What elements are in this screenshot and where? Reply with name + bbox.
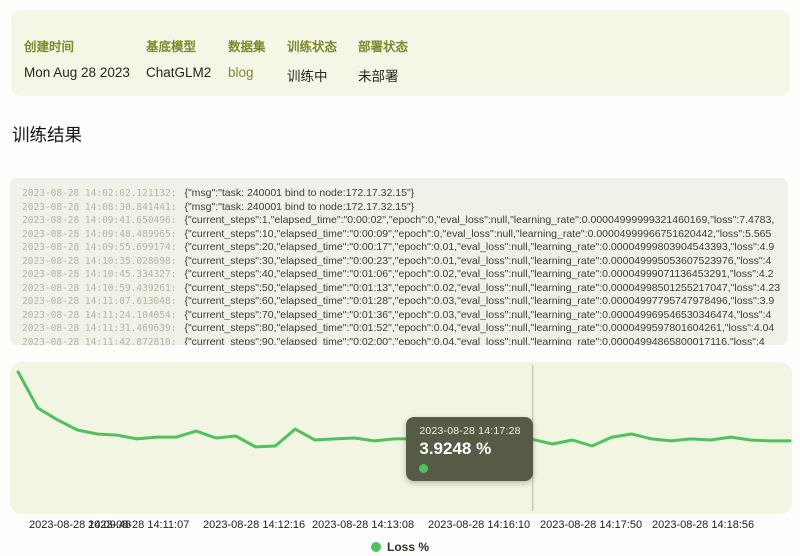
log-message: {"current_steps":10,"elapsed_time":"0:00… xyxy=(184,227,772,240)
log-line: 2023-08-28 14:10:45.334327: {"current_ste… xyxy=(22,266,788,280)
legend-dot-icon xyxy=(370,542,381,552)
field-label: 训练状态 xyxy=(287,40,338,54)
x-axis-label: 2023-08-28 14:16:10 xyxy=(428,519,531,531)
log-message: {"current_steps":60,"elapsed_time":"0:01… xyxy=(184,295,775,307)
training-meta-card: 创建时间 Mon Aug 28 2023 基底模型 ChatGLM2 数据集 b… xyxy=(11,10,790,96)
field-value: ChatGLM2 xyxy=(146,65,212,80)
training-status-value: 训练中 xyxy=(287,69,328,84)
chart-tooltip: 2023-08-28 14:17:28 3.9248 % xyxy=(406,417,533,481)
log-timestamp: 2023-08-28 14:02:02.121132: xyxy=(22,188,177,199)
tooltip-timestamp: 2023-08-28 14:17:28 xyxy=(419,425,521,437)
field-label: 部署状态 xyxy=(358,40,409,54)
log-timestamp: 2023-08-28 14:10:45.334327: xyxy=(22,269,177,280)
training-log-panel[interactable]: 2023-08-28 14:02:02.121132: {"msg":"task:… xyxy=(10,178,788,345)
log-line: 2023-08-28 14:11:31.469639: {"current_ste… xyxy=(22,320,788,334)
log-line: 2023-08-28 14:10:59.439261: {"current_ste… xyxy=(22,280,788,294)
log-message: {"current_steps":80,"elapsed_time":"0:01… xyxy=(184,322,775,334)
section-title-training-results: 训练结果 xyxy=(12,125,82,145)
dataset-link[interactable]: blog xyxy=(228,65,254,80)
loss-chart-panel[interactable]: 2023-08-28 14:17:28 3.9248 % xyxy=(10,362,792,514)
log-timestamp: 2023-08-28 14:11:24.104054: xyxy=(22,309,177,321)
loss-line xyxy=(16,370,792,449)
field-label: 数据集 xyxy=(228,40,266,54)
log-line: 2023-08-28 14:09:55.699174: {"current_ste… xyxy=(22,239,788,253)
log-timestamp: 2023-08-28 14:08:30.841441: xyxy=(22,201,177,213)
x-axis-label: 2023-08-28 14:18:56 xyxy=(652,519,755,531)
log-message: {"current_steps":1,"elapsed_time":"0:00:… xyxy=(184,214,775,226)
x-axis-label: 2023-08-28 14:12:16 xyxy=(203,519,306,531)
loss-chart-svg xyxy=(16,365,792,511)
log-line: 2023-08-28 14:09:48.489965: {"current_ste… xyxy=(22,226,788,240)
field-label: 基底模型 xyxy=(146,40,197,54)
log-line: 2023-08-28 14:11:24.104054: {"current_ste… xyxy=(22,307,788,321)
log-timestamp: 2023-08-28 14:10:59.439261: xyxy=(22,282,177,294)
log-message: {"current_steps":90,"elapsed_time":"0:02… xyxy=(184,335,765,346)
field-label: 创建时间 xyxy=(24,40,75,54)
log-message: {"msg":"task: 240001 bind to node:172.17… xyxy=(184,187,415,199)
x-axis-label: 2023-08-28 14:17:50 xyxy=(540,519,643,531)
tooltip-loss-value: 3.9248 % xyxy=(419,439,492,458)
chart-x-axis: 2023-08-28 14:09:48 2023-08-28 14:11:07 20… xyxy=(10,519,792,534)
log-message: {"current_steps":20,"elapsed_time":"0:00… xyxy=(184,241,775,253)
log-line: 2023-08-28 14:10:35.028098: {"current_ste… xyxy=(22,253,788,267)
log-timestamp: 2023-08-28 14:09:55.699174: xyxy=(22,242,177,253)
log-timestamp: 2023-08-28 14:11:42.872810: xyxy=(22,336,177,346)
x-axis-label: 2023-08-28 14:13:08 xyxy=(312,519,415,531)
log-message: {"current_steps":50,"elapsed_time":"0:01… xyxy=(184,281,781,294)
log-line: 2023-08-28 14:11:07.613048: {"current_ste… xyxy=(22,293,788,307)
log-line: 2023-08-28 14:09:41.650496: {"current_ste… xyxy=(22,212,788,226)
deploy-status-value: 未部署 xyxy=(358,69,399,84)
tooltip-series-dot xyxy=(419,464,429,473)
log-timestamp: 2023-08-28 14:09:41.650496: xyxy=(22,215,177,226)
log-message: {"msg":"task: 240001 bind to node:172.17… xyxy=(184,200,415,213)
log-timestamp: 2023-08-28 14:11:31.469639: xyxy=(22,323,177,334)
log-line: 2023-08-28 14:08:30.841441: {"msg":"task:… xyxy=(22,199,788,213)
log-message: {"current_steps":70,"elapsed_time":"0:01… xyxy=(184,308,772,321)
chart-legend[interactable]: Loss % xyxy=(0,539,800,555)
log-line: 2023-08-28 14:11:42.872810: {"current_ste… xyxy=(22,334,788,346)
log-timestamp: 2023-08-28 14:09:48.489965: xyxy=(22,228,177,240)
legend-label: Loss % xyxy=(386,540,429,554)
log-message: {"current_steps":30,"elapsed_time":"0:00… xyxy=(184,254,772,267)
x-axis-label: 2023-08-28 14:11:07 xyxy=(88,519,190,531)
training-detail-page: 创建时间 Mon Aug 28 2023 基底模型 ChatGLM2 数据集 b… xyxy=(0,0,800,556)
log-timestamp: 2023-08-28 14:10:35.028098: xyxy=(22,255,177,267)
log-line: 2023-08-28 14:02:02.121132: {"msg":"task:… xyxy=(22,185,788,199)
log-message: {"current_steps":40,"elapsed_time":"0:01… xyxy=(184,268,774,280)
field-value: Mon Aug 28 2023 xyxy=(24,65,130,80)
log-timestamp: 2023-08-28 14:11:07.613048: xyxy=(22,296,177,307)
